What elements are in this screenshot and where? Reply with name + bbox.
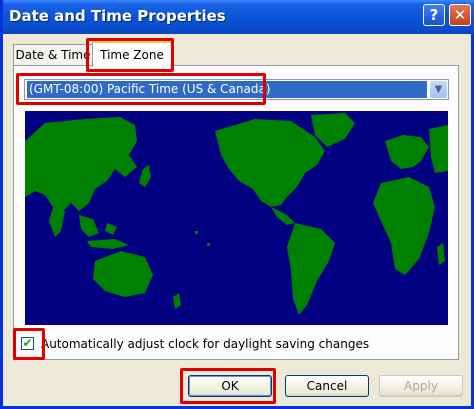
close-button[interactable]: ✕ xyxy=(449,4,471,26)
title-bar[interactable]: Date and Time Properties ? ✕ xyxy=(3,0,474,34)
daylight-saving-checkbox[interactable]: ✔ xyxy=(21,337,34,350)
close-icon: ✕ xyxy=(453,6,467,24)
time-zone-selected-value: (GMT-08:00) Pacific Time (US & Canada) xyxy=(27,81,427,98)
world-map-graphic xyxy=(25,111,448,325)
daylight-saving-label: Automatically adjust clock for daylight … xyxy=(41,337,370,351)
help-button[interactable]: ? xyxy=(423,4,445,26)
chevron-down-icon[interactable]: ▼ xyxy=(430,81,447,98)
apply-button[interactable]: Apply xyxy=(379,375,463,397)
time-zone-dropdown[interactable]: (GMT-08:00) Pacific Time (US & Canada) ▼ xyxy=(24,79,449,100)
cancel-button[interactable]: Cancel xyxy=(285,375,369,397)
ok-button[interactable]: OK xyxy=(188,375,272,397)
tab-strip: Date & Time Time Zone xyxy=(3,34,474,67)
help-icon: ? xyxy=(429,6,439,24)
tab-time-zone[interactable]: Time Zone xyxy=(92,41,172,67)
window-title: Date and Time Properties xyxy=(9,7,226,25)
world-map xyxy=(25,111,448,325)
tab-date-and-time[interactable]: Date & Time xyxy=(13,44,93,66)
